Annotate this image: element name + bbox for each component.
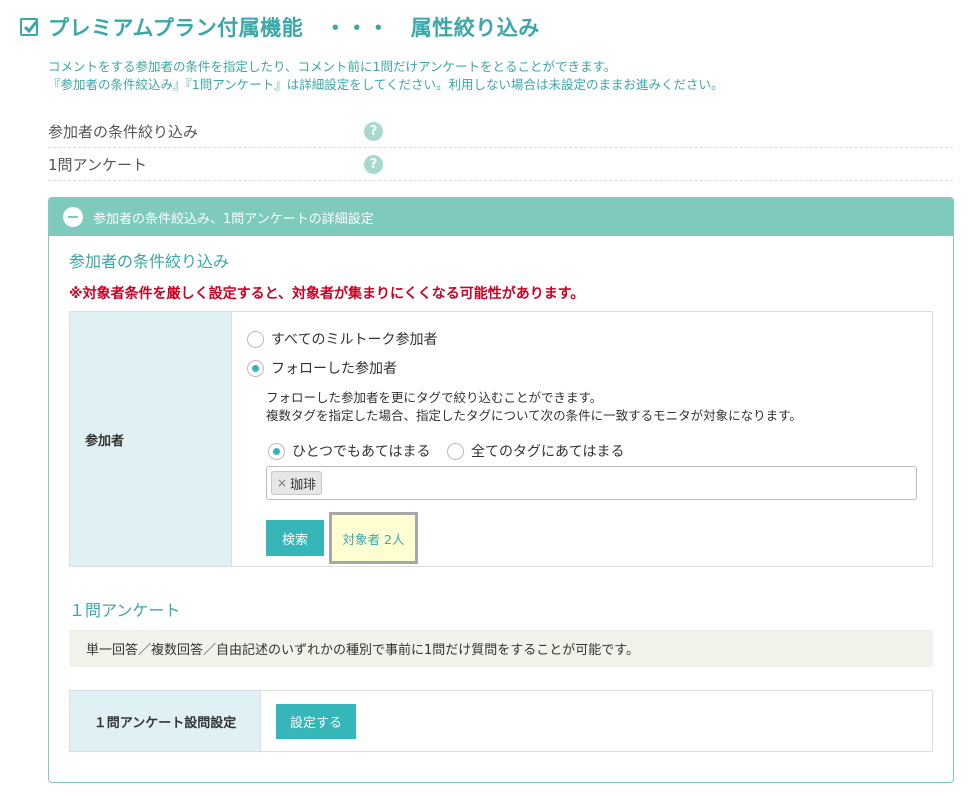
- option-label-filter: 参加者の条件絞り込み: [48, 122, 199, 141]
- tag-desc-line-1: フォローした参加者を更にタグで絞り込むことができます。: [266, 390, 603, 405]
- intro-line-1: コメントをする参加者の条件を指定したり、コメント前に1問だけアンケートをとること…: [48, 59, 617, 74]
- checkbox-icon: [20, 18, 39, 36]
- survey-description: 単一回答／複数回答／自由記述のいずれかの種別で事前に1問だけ質問をすることが可能…: [69, 630, 933, 667]
- tag-chip: × 珈琲: [271, 471, 323, 495]
- detail-settings-panel: 参加者の条件絞込み、1問アンケートの詳細設定 参加者の条件絞り込み ※対象者条件…: [48, 197, 954, 783]
- participant-row-label: 参加者: [70, 312, 232, 566]
- help-icon[interactable]: ?: [364, 121, 383, 141]
- option-row-filter: 参加者の条件絞り込み ?: [48, 115, 953, 148]
- survey-row-action: 設定する: [261, 691, 932, 751]
- target-count-display: 対象者 2人: [329, 512, 418, 564]
- search-button[interactable]: 検索: [266, 520, 324, 556]
- radio-button[interactable]: [247, 359, 264, 377]
- radio-followed-participants[interactable]: フォローした参加者: [247, 358, 397, 378]
- radio-label: すべてのミルトーク参加者: [271, 332, 438, 348]
- help-icon[interactable]: ?: [364, 154, 383, 174]
- configure-survey-button[interactable]: 設定する: [276, 703, 356, 739]
- panel-header-title: 参加者の条件絞込み、1問アンケートの詳細設定: [93, 211, 374, 227]
- radio-button[interactable]: [447, 442, 464, 460]
- radio-button[interactable]: [247, 330, 264, 348]
- filter-warning: ※対象者条件を厳しく設定すると、対象者が集まりにくくなる可能性があります。: [69, 286, 585, 302]
- radio-label: フォローした参加者: [271, 361, 397, 377]
- remove-tag-icon[interactable]: ×: [277, 476, 287, 490]
- survey-row-label: １問アンケート設問設定: [70, 691, 261, 751]
- panel-header-toggle[interactable]: 参加者の条件絞込み、1問アンケートの詳細設定: [49, 198, 953, 236]
- radio-all-participants[interactable]: すべてのミルトーク参加者: [247, 329, 437, 349]
- radio-match-any[interactable]: ひとつでもあてはまる: [268, 441, 430, 461]
- option-row-survey: 1問アンケート ?: [48, 148, 953, 181]
- participant-options: すべてのミルトーク参加者 フォローした参加者 フォローした参加者を更にタグで絞り…: [232, 312, 932, 566]
- tag-desc-line-2: 複数タグを指定した場合、指定したタグについて次の条件に一致するモニタが対象になり…: [266, 408, 802, 423]
- radio-match-all[interactable]: 全てのタグにあてはまる: [447, 441, 624, 461]
- tag-input[interactable]: × 珈琲: [266, 466, 917, 500]
- radio-label: 全てのタグにあてはまる: [471, 444, 625, 460]
- intro-line-2: 『参加者の条件絞込み』『1問アンケート』は詳細設定をしてください。利用しない場合…: [48, 77, 724, 92]
- option-label-survey: 1問アンケート: [48, 155, 147, 174]
- tag-label: 珈琲: [290, 477, 317, 493]
- survey-section-title: １問アンケート: [69, 601, 181, 620]
- radio-button[interactable]: [268, 442, 285, 460]
- survey-table: １問アンケート設問設定 設定する: [69, 690, 933, 752]
- filter-section-title: 参加者の条件絞り込み: [69, 252, 230, 271]
- radio-label: ひとつでもあてはまる: [292, 444, 431, 460]
- participant-table: 参加者 すべてのミルトーク参加者 フォローした参加者 フォローした参加者を更にタ…: [69, 311, 933, 567]
- intro-description: コメントをする参加者の条件を指定したり、コメント前に1問だけアンケートをとること…: [48, 58, 948, 94]
- collapse-minus-icon[interactable]: [63, 207, 83, 227]
- page-title-row: プレミアムプラン付属機能 ・・・ 属性絞り込み: [20, 12, 540, 42]
- page-title: プレミアムプラン付属機能 ・・・ 属性絞り込み: [48, 16, 540, 40]
- tag-filter-description: フォローした参加者を更にタグで絞り込むことができます。 複数タグを指定した場合、…: [266, 389, 802, 425]
